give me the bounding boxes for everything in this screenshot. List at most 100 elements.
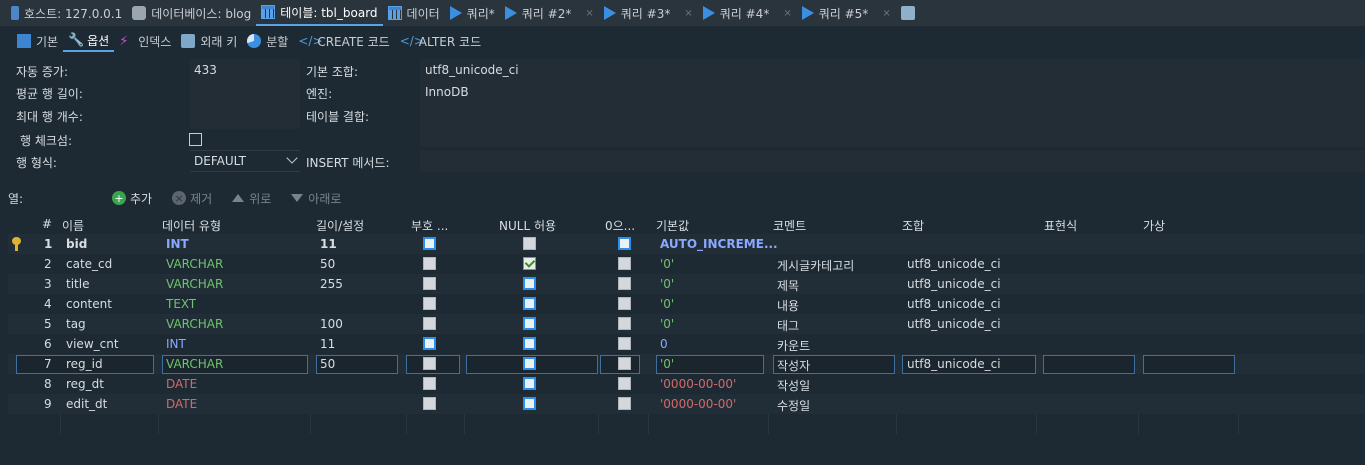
tab-host[interactable]: 호스트: 127.0.0.1 xyxy=(6,0,127,26)
allow-null-checkbox[interactable] xyxy=(523,237,536,250)
row-number[interactable]: 6 xyxy=(44,337,52,351)
tab-create-code[interactable]: </> CREATE 코드 xyxy=(293,30,394,52)
unsigned-checkbox[interactable] xyxy=(423,357,436,370)
tab-basic[interactable]: 기본 xyxy=(12,30,63,52)
column-default[interactable]: '0' xyxy=(660,257,674,271)
unsigned-checkbox[interactable] xyxy=(423,337,436,350)
header-length[interactable]: 길이/설정 xyxy=(316,217,364,234)
unsigned-checkbox[interactable] xyxy=(423,257,436,270)
tab-options[interactable]: 🔧 옵션 xyxy=(63,30,115,52)
column-type[interactable]: TEXT xyxy=(166,297,196,311)
zerofill-checkbox[interactable] xyxy=(618,377,631,390)
column-name[interactable]: reg_dt xyxy=(66,377,104,391)
allow-null-checkbox[interactable] xyxy=(523,317,536,330)
column-collation[interactable]: utf8_unicode_ci xyxy=(907,277,1001,291)
column-default[interactable]: '0' xyxy=(660,357,674,371)
tab-query-2[interactable]: 쿼리 #2* ⨯ xyxy=(500,0,599,26)
zerofill-checkbox[interactable] xyxy=(618,357,631,370)
column-default[interactable]: 0 xyxy=(660,337,668,351)
column-length[interactable]: 50 xyxy=(320,257,335,271)
unsigned-checkbox[interactable] xyxy=(423,377,436,390)
table-row[interactable]: 8 reg_dt DATE '0000-00-00' 작성일 xyxy=(8,374,1365,394)
header-comment[interactable]: 코멘트 xyxy=(773,217,806,234)
cell-editor-box[interactable] xyxy=(1143,355,1235,374)
column-comment[interactable]: 카운트 xyxy=(777,337,810,354)
column-comment[interactable]: 제목 xyxy=(777,277,799,294)
column-comment[interactable]: 작성일 xyxy=(777,377,810,394)
new-query-tab-button[interactable] xyxy=(896,0,925,26)
column-default[interactable]: '0000-00-00' xyxy=(660,397,736,411)
move-up-button[interactable]: 위로 xyxy=(232,190,271,207)
table-row[interactable]: 7 reg_id VARCHAR 50 '0' 작성자 utf8_unicode_ci xyxy=(8,354,1365,374)
row-format-select[interactable]: DEFAULT xyxy=(190,150,300,172)
column-default[interactable]: '0000-00-00' xyxy=(660,377,736,391)
table-row[interactable]: 1 bid INT 11 AUTO_INCREME... xyxy=(8,234,1365,254)
column-length[interactable]: 50 xyxy=(320,357,335,371)
tab-query-4[interactable]: 쿼리 #4* ⨯ xyxy=(698,0,797,26)
column-type[interactable]: DATE xyxy=(166,377,197,391)
zerofill-checkbox[interactable] xyxy=(618,317,631,330)
remove-column-button[interactable]: × 제거 xyxy=(172,190,212,207)
column-collation[interactable]: utf8_unicode_ci xyxy=(907,297,1001,311)
move-down-button[interactable]: 아래로 xyxy=(291,190,341,207)
row-checksum-checkbox[interactable] xyxy=(189,133,202,146)
tab-foreign-keys[interactable]: 외래 키 xyxy=(176,30,242,52)
header-virtual[interactable]: 가상 xyxy=(1143,217,1165,234)
cell-editor-box[interactable] xyxy=(1043,355,1135,374)
tab-query-3[interactable]: 쿼리 #3* ⨯ xyxy=(599,0,698,26)
allow-null-checkbox[interactable] xyxy=(523,337,536,350)
table-row[interactable]: 9 edit_dt DATE '0000-00-00' 수정일 xyxy=(8,394,1365,414)
tab-query-1[interactable]: 쿼리* xyxy=(445,0,500,26)
table-row[interactable]: 2 cate_cd VARCHAR 50 '0' 게시글카테고리 utf8_unicode_… xyxy=(8,254,1365,274)
allow-null-checkbox[interactable] xyxy=(523,377,536,390)
zerofill-checkbox[interactable] xyxy=(618,337,631,350)
column-name[interactable]: bid xyxy=(66,237,87,251)
row-number[interactable]: 3 xyxy=(44,277,52,291)
column-length[interactable]: 255 xyxy=(320,277,343,291)
zerofill-checkbox[interactable] xyxy=(618,297,631,310)
column-type[interactable]: INT xyxy=(166,337,186,351)
column-type[interactable]: INT xyxy=(166,237,189,251)
tab-partitions[interactable]: 분할 xyxy=(242,30,293,52)
tab-database[interactable]: 데이터베이스: blog xyxy=(127,0,256,26)
column-collation[interactable]: utf8_unicode_ci xyxy=(907,317,1001,331)
row-number[interactable]: 7 xyxy=(44,357,52,371)
table-row[interactable]: 5 tag VARCHAR 100 '0' 태그 utf8_unicode_ci xyxy=(8,314,1365,334)
row-number[interactable]: 8 xyxy=(44,377,52,391)
zerofill-checkbox[interactable] xyxy=(618,397,631,410)
header-name[interactable]: 이름 xyxy=(62,217,84,234)
table-row[interactable]: 6 view_cnt INT 11 0 카운트 xyxy=(8,334,1365,354)
column-comment[interactable]: 작성자 xyxy=(777,357,810,374)
column-length[interactable]: 100 xyxy=(320,317,343,331)
unsigned-checkbox[interactable] xyxy=(423,237,436,250)
column-default[interactable]: AUTO_INCREME... xyxy=(660,237,778,251)
column-type[interactable]: DATE xyxy=(166,397,197,411)
tab-data[interactable]: 데이터 xyxy=(383,0,445,26)
close-icon[interactable]: ⨯ xyxy=(882,8,890,19)
table-row[interactable]: 4 content TEXT '0' 내용 utf8_unicode_ci xyxy=(8,294,1365,314)
collation-field[interactable]: utf8_unicode_ci xyxy=(425,63,519,77)
allow-null-checkbox[interactable] xyxy=(523,277,536,290)
column-collation[interactable]: utf8_unicode_ci xyxy=(907,257,1001,271)
column-name[interactable]: title xyxy=(66,277,89,291)
column-name[interactable]: reg_id xyxy=(66,357,103,371)
header-zerofill[interactable]: 0으... xyxy=(605,217,635,234)
insert-method-select[interactable] xyxy=(420,150,1365,172)
unsigned-checkbox[interactable] xyxy=(423,297,436,310)
allow-null-checkbox[interactable] xyxy=(523,357,536,370)
column-length[interactable]: 11 xyxy=(320,237,337,251)
allow-null-checkbox[interactable] xyxy=(523,297,536,310)
column-type[interactable]: VARCHAR xyxy=(166,277,223,291)
column-default[interactable]: '0' xyxy=(660,317,674,331)
engine-field[interactable]: InnoDB xyxy=(425,85,469,99)
column-name[interactable]: cate_cd xyxy=(66,257,112,271)
column-default[interactable]: '0' xyxy=(660,297,674,311)
column-default[interactable]: '0' xyxy=(660,277,674,291)
allow-null-checkbox[interactable] xyxy=(523,397,536,410)
allow-null-checkbox[interactable] xyxy=(523,257,536,270)
column-comment[interactable]: 태그 xyxy=(777,317,799,334)
header-default[interactable]: 기본값 xyxy=(656,217,689,234)
column-collation[interactable]: utf8_unicode_ci xyxy=(907,357,1001,371)
row-number[interactable]: 5 xyxy=(44,317,52,331)
unsigned-checkbox[interactable] xyxy=(423,317,436,330)
